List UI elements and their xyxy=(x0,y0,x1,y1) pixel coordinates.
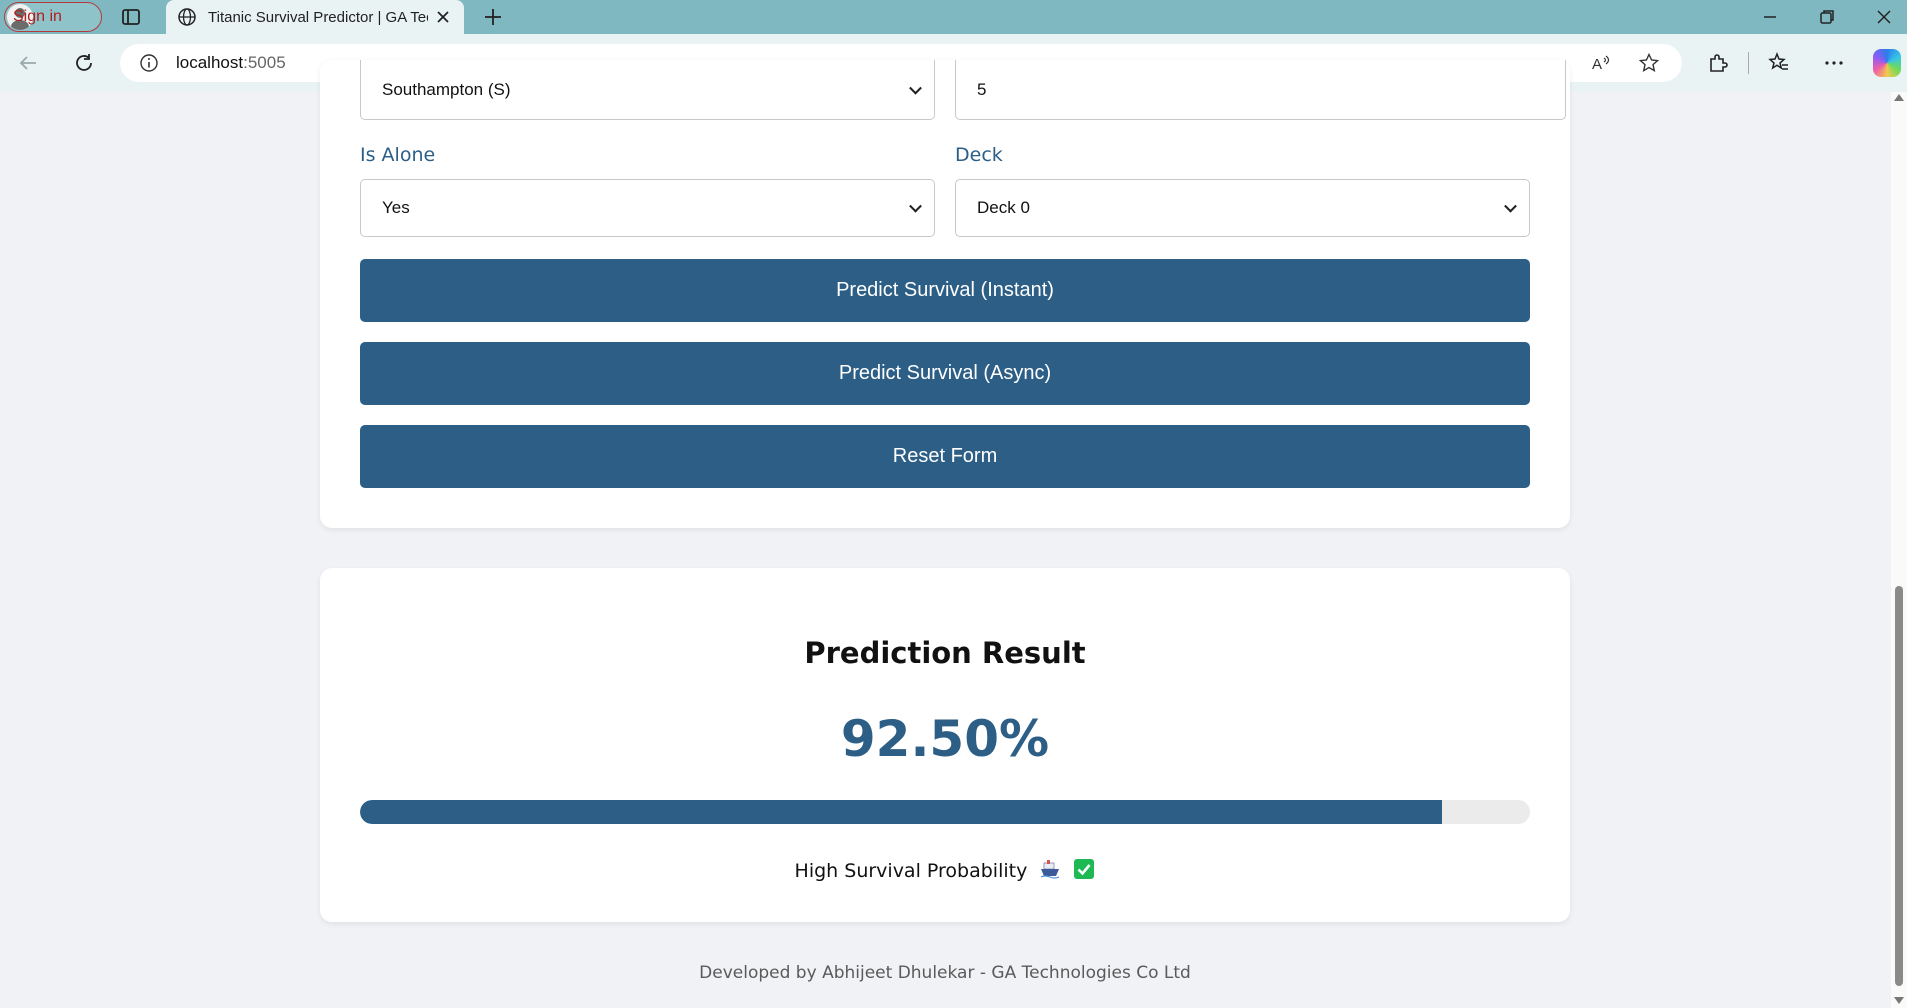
back-arrow-icon[interactable] xyxy=(16,51,40,75)
deck-select[interactable]: Deck 0 xyxy=(955,179,1530,237)
sign-in-button[interactable]: Sign in xyxy=(4,2,102,32)
reload-icon[interactable] xyxy=(72,51,96,75)
chevron-down-icon xyxy=(909,199,922,213)
embarked-select[interactable]: Southampton (S) xyxy=(360,60,935,120)
is-alone-label: Is Alone xyxy=(360,144,436,166)
result-message-text: High Survival Probability xyxy=(794,860,1028,882)
more-options-icon[interactable] xyxy=(1822,51,1846,75)
toolbar-separator xyxy=(1748,52,1749,74)
url-text: localhost:5005 xyxy=(176,53,286,72)
is-alone-select-value: Yes xyxy=(382,198,410,217)
footer-credit: Developed by Abhijeet Dhulekar - GA Tech… xyxy=(699,963,1191,983)
site-info-icon[interactable] xyxy=(138,52,160,74)
deck-select-value: Deck 0 xyxy=(977,198,1030,217)
prediction-form-card: Southampton (S) 5 Is Alone Deck Yes Deck… xyxy=(320,60,1570,528)
globe-icon xyxy=(178,8,196,26)
result-title: Prediction Result xyxy=(804,636,1086,670)
close-window-icon[interactable] xyxy=(1871,4,1897,30)
ship-icon xyxy=(1041,860,1060,879)
scroll-up-arrow-icon[interactable] xyxy=(1894,94,1904,101)
probability-progress-fill xyxy=(360,800,1443,824)
minimize-icon[interactable] xyxy=(1757,4,1783,30)
browser-tab-strip: Sign in Titanic Survival Predictor | GA … xyxy=(0,0,1907,34)
probability-progress-bar xyxy=(360,800,1530,824)
number-input-value: 5 xyxy=(977,79,987,99)
result-message: High Survival Probability xyxy=(320,858,1570,882)
new-tab-icon[interactable] xyxy=(481,5,505,29)
chevron-down-icon xyxy=(909,81,922,95)
chevron-down-icon xyxy=(1504,199,1517,213)
embarked-select-value: Southampton (S) xyxy=(382,79,511,99)
sign-in-label: Sign in xyxy=(13,8,62,25)
tab-actions-icon[interactable] xyxy=(120,6,142,28)
favorites-icon[interactable] xyxy=(1767,51,1791,75)
copilot-icon[interactable] xyxy=(1873,49,1901,77)
svg-text:A: A xyxy=(1592,56,1602,73)
check-icon xyxy=(1074,859,1095,879)
restore-icon[interactable] xyxy=(1814,4,1840,30)
page-scrollbar[interactable] xyxy=(1891,92,1907,1008)
scrollbar-thumb[interactable] xyxy=(1895,586,1903,986)
favorite-star-icon[interactable] xyxy=(1638,52,1660,74)
reset-form-button[interactable]: Reset Form xyxy=(360,425,1530,488)
predict-async-button[interactable]: Predict Survival (Async) xyxy=(360,342,1530,405)
tab-title: Titanic Survival Predictor | GA Technolo… xyxy=(208,8,428,26)
close-tab-icon[interactable] xyxy=(434,8,452,26)
scroll-down-arrow-icon[interactable] xyxy=(1894,997,1904,1004)
extensions-icon[interactable] xyxy=(1706,51,1730,75)
browser-tab-active[interactable]: Titanic Survival Predictor | GA Technolo… xyxy=(166,0,464,34)
deck-label: Deck xyxy=(955,144,1003,166)
prediction-result-card: Prediction Result 92.50% High Survival P… xyxy=(320,568,1570,922)
result-percentage: 92.50% xyxy=(840,710,1050,768)
read-aloud-icon[interactable]: A xyxy=(1590,52,1612,74)
predict-instant-button[interactable]: Predict Survival (Instant) xyxy=(360,259,1530,322)
number-input[interactable]: 5 xyxy=(955,60,1566,120)
is-alone-select[interactable]: Yes xyxy=(360,179,935,237)
